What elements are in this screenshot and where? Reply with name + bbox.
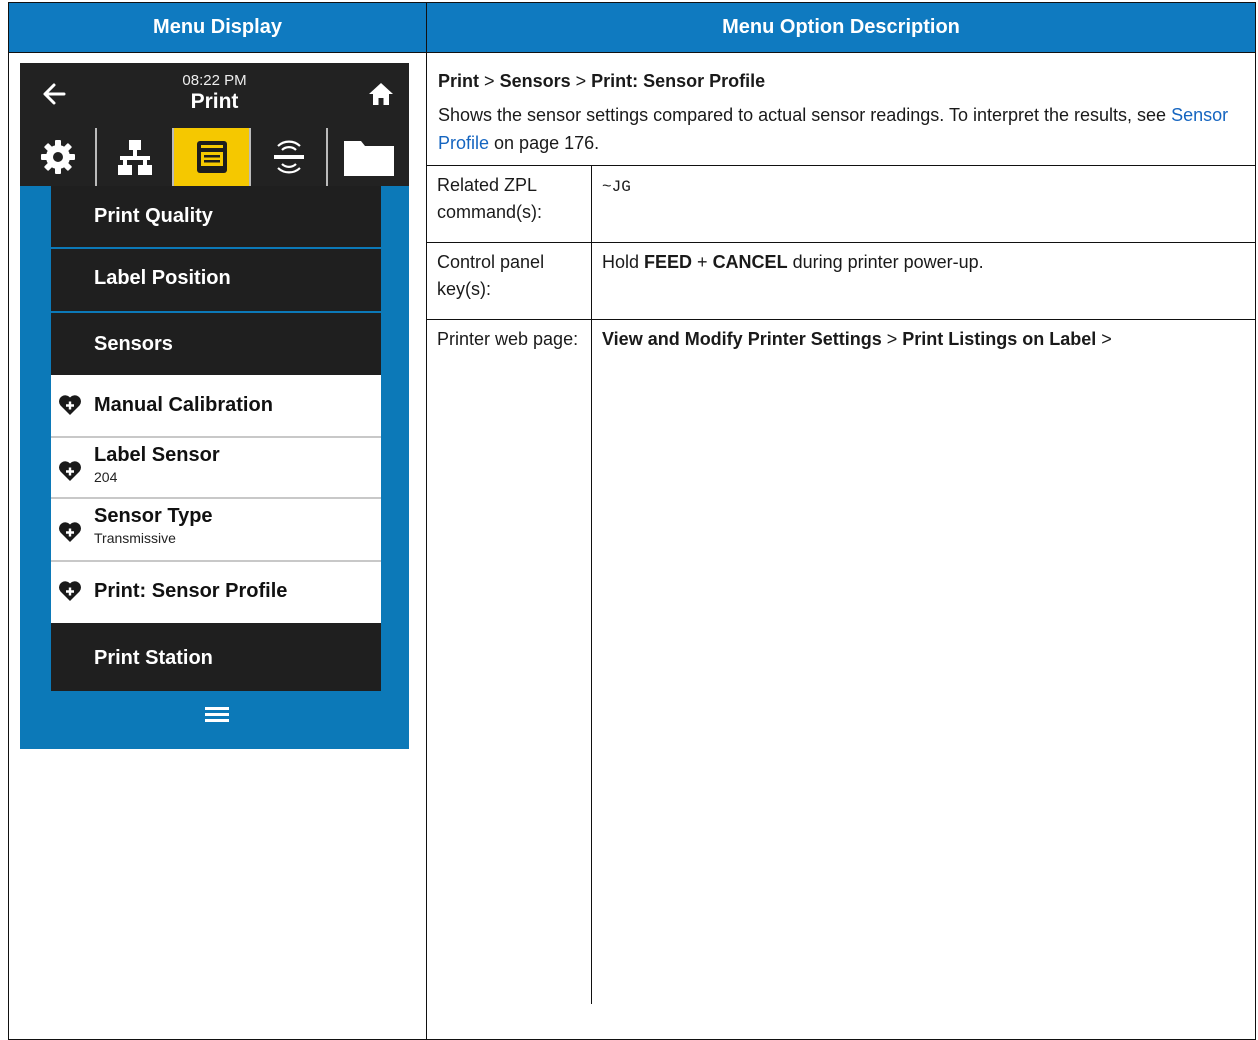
tab-network[interactable] [97,128,174,186]
row-label-zpl: Related ZPL command(s): [427,165,592,243]
row-label-web: Printer web page: [427,319,592,1004]
favorite-heart-icon[interactable] [58,460,82,482]
network-icon [117,140,152,175]
web-path-part: View and Modify Printer Settings [602,329,882,349]
keys-text: during printer power-up. [787,252,984,272]
favorite-heart-icon[interactable] [58,521,82,543]
menu-item-label: Print Station [94,647,213,669]
menu-item-label: Sensors [94,333,173,355]
row-label-keys: Control panel key(s): [427,242,592,320]
details-table: Related ZPL command(s): ~JG Control pane… [427,165,1255,1004]
web-path-part: Print Listings on Label [902,329,1097,349]
menu-path-breadcrumb: Print > Sensors > Print: Sensor Profile [438,67,1245,95]
menu-item-label: Manual Calibration [94,394,273,416]
row-value-keys: Hold FEED + CANCEL during printer power-… [591,242,1255,320]
key-feed: FEED [644,252,693,272]
menu-item-label: Print Quality [94,205,213,227]
menu-item-value: 204 [94,469,118,485]
menu-item-label: Label Position [94,267,231,289]
screen-tab-bar [20,128,409,186]
menu-item-print-quality[interactable]: Print Quality [51,186,381,247]
header-menu-display: Menu Display [8,2,427,53]
crumb-print-sensor-profile: Print: Sensor Profile [591,71,766,91]
menu-item-value: Transmissive [94,530,176,546]
menu-doc-table: Menu Display Menu Option Description 08:… [8,2,1256,1040]
tab-storage[interactable] [328,128,409,186]
menu-item-print-sensor-profile[interactable]: Print: Sensor Profile [51,562,381,623]
table-row: Related ZPL command(s): ~JG [427,165,1255,243]
table-row: Printer web page: View and Modify Printe… [427,319,1255,1004]
crumb-sensors: Sensors [499,71,571,91]
screen-time: 08:22 PM [182,72,247,89]
printer-icon [196,141,227,173]
menu-display-cell: 08:22 PM Print Print Quality Label Posit… [8,52,427,1040]
crumb-print: Print [438,71,480,91]
folder-icon [343,141,394,176]
zpl-command: ~JG [602,178,631,196]
description-text: Shows the sensor settings compared to ac… [438,101,1245,157]
menu-item-sensors[interactable]: Sensors [51,313,381,375]
menu-item-print-station[interactable]: Print Station [51,623,381,691]
tab-rfid[interactable] [251,128,328,186]
web-path-separator: > [881,329,903,349]
rfid-icon [273,140,304,174]
home-icon[interactable] [367,80,395,108]
menu-item-label: Label Sensor [94,444,220,466]
key-cancel: CANCEL [712,252,788,272]
description-text-part: Shows the sensor settings compared to ac… [438,105,1172,125]
crumb-separator: > [484,71,495,91]
menu-option-description-cell: Print > Sensors > Print: Sensor Profile … [426,52,1256,1040]
table-row: Control panel key(s): Hold FEED + CANCEL… [427,242,1255,320]
keys-text: + [692,252,713,272]
screen-title: Print [190,90,239,113]
printer-screen: 08:22 PM Print Print Quality Label Posit… [20,63,409,749]
tab-print[interactable] [174,128,251,186]
menu-item-manual-calibration[interactable]: Manual Calibration [51,375,381,438]
tab-settings[interactable] [20,128,97,186]
menu-item-label-sensor[interactable]: Label Sensor 204 [51,438,381,499]
crumb-separator: > [575,71,587,91]
menu-item-label: Print: Sensor Profile [94,580,288,602]
header-menu-option-description: Menu Option Description [426,2,1256,53]
description-text-part: on page 176. [489,133,600,153]
row-value-zpl: ~JG [591,165,1255,243]
web-path-separator: > [1096,329,1112,349]
menu-item-sensor-type[interactable]: Sensor Type Transmissive [51,499,381,562]
menu-item-label-position[interactable]: Label Position [51,249,381,311]
screen-top-bar: 08:22 PM Print [20,63,409,128]
row-value-web: View and Modify Printer Settings > Print… [591,319,1255,1004]
hamburger-menu-icon[interactable] [205,705,229,723]
screen-menu-content: Print Quality Label Position Sensors Man… [20,186,409,749]
favorite-heart-icon[interactable] [58,580,82,602]
menu-item-label: Sensor Type [94,505,213,527]
gear-icon [40,140,75,174]
keys-text: Hold [602,252,645,272]
favorite-heart-icon[interactable] [58,394,82,416]
description-block: Print > Sensors > Print: Sensor Profile … [427,53,1255,165]
